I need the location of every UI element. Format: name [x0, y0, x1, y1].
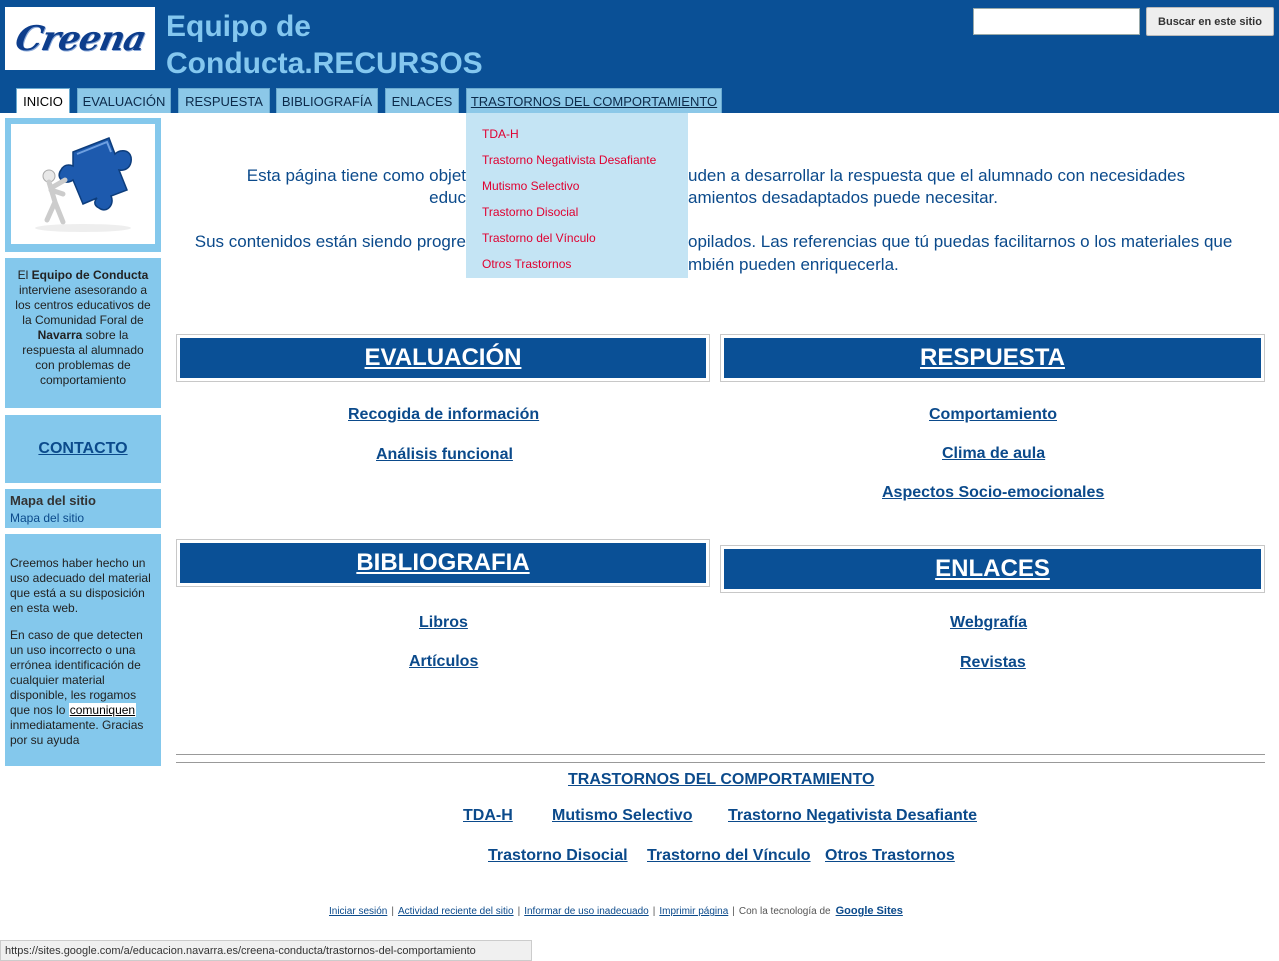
sidebar-disclaimer: Creemos haber hecho un uso adecuado del … — [5, 534, 161, 766]
sidebar-info: El Equipo de Conducta interviene asesora… — [5, 258, 161, 408]
footer-print-link[interactable]: Imprimir página — [659, 906, 728, 917]
intro-line4b: mbién pueden enriquecerla. — [688, 255, 899, 274]
intro-line3a: Sus contenidos están siendo progre — [194, 232, 466, 251]
trastornos-dropdown-menu: TDA-H Trastorno Negativista Desafiante M… — [466, 113, 688, 278]
info-text: El — [17, 268, 32, 282]
tab-respuesta[interactable]: RESPUESTA — [178, 88, 270, 113]
disclaimer-text: inmediatamente. Gracias por su ayuda — [10, 718, 144, 747]
disclaimer-p2: En caso de que detecten un uso incorrect… — [10, 628, 156, 748]
sidebar-sitemap: Mapa del sitio Mapa del sitio — [5, 489, 161, 528]
tab-inicio[interactable]: INICIO — [16, 88, 70, 113]
site-logo[interactable]: Creena — [5, 7, 155, 70]
site-title-line1: Equipo de — [166, 10, 311, 43]
search-input[interactable] — [973, 8, 1140, 35]
link-negativista[interactable]: Trastorno Negativista Desafiante — [728, 807, 977, 825]
intro-line2a: educ — [429, 188, 466, 207]
puzzle-illustration — [11, 124, 155, 244]
info-text: interviene asesorando a los centros educ… — [15, 283, 151, 327]
intro-line2b: amientos desadaptados puede necesitar. — [688, 188, 999, 207]
footer-separator: | — [517, 906, 521, 917]
site-title[interactable]: Equipo de Conducta.RECURSOS — [166, 8, 526, 82]
google-sites-link[interactable]: Google Sites — [836, 905, 903, 917]
link-analisis[interactable]: Análisis funcional — [376, 446, 513, 464]
link-otros[interactable]: Otros Trastornos — [825, 847, 955, 865]
dropdown-item-otros[interactable]: Otros Trastornos — [466, 251, 688, 277]
sidebar-image-box — [5, 118, 161, 252]
report-link[interactable]: comuniquen — [68, 703, 137, 717]
evaluacion-heading-link[interactable]: EVALUACIÓN — [365, 344, 522, 372]
footer-separator: | — [732, 906, 735, 917]
dropdown-item-tdah[interactable]: TDA-H — [466, 121, 688, 147]
link-articulos[interactable]: Artículos — [409, 653, 478, 671]
tab-bibliografia[interactable]: BIBLIOGRAFÍA — [276, 88, 378, 113]
intro-line1b: uden a desarrollar la respuesta que el a… — [688, 166, 1186, 185]
tab-enlaces[interactable]: ENLACES — [385, 88, 459, 113]
link-socioemocionales[interactable]: Aspectos Socio-emocionales — [882, 484, 1104, 502]
search-button[interactable]: Buscar en este sitio — [1146, 7, 1274, 36]
link-vinculo[interactable]: Trastorno del Vínculo — [647, 847, 811, 865]
section-bibliografia: BIBLIOGRAFIA — [176, 539, 710, 587]
divider — [176, 762, 1265, 763]
contact-link[interactable]: CONTACTO — [38, 440, 127, 458]
link-libros[interactable]: Libros — [419, 614, 468, 632]
intro-line1a: Esta página tiene como objet — [246, 166, 466, 185]
enlaces-heading-link[interactable]: ENLACES — [935, 555, 1050, 583]
footer-powered-text: Con la tecnología de — [738, 906, 831, 917]
divider — [176, 754, 1265, 755]
sitemap-title: Mapa del sitio — [10, 493, 96, 508]
footer-report-abuse-link[interactable]: Informar de uso inadecuado — [524, 906, 649, 917]
link-clima[interactable]: Clima de aula — [942, 445, 1045, 463]
footer-signin-link[interactable]: Iniciar sesión — [329, 906, 387, 917]
link-revistas[interactable]: Revistas — [960, 654, 1026, 672]
footer-recent-activity-link[interactable]: Actividad reciente del sitio — [398, 906, 514, 917]
dropdown-item-mutismo[interactable]: Mutismo Selectivo — [466, 173, 688, 199]
sidebar-contact: CONTACTO — [5, 415, 161, 483]
browser-status-url: https://sites.google.com/a/educacion.nav… — [0, 940, 532, 961]
info-bold-team: Equipo de Conducta — [31, 268, 149, 282]
bibliografia-heading-link[interactable]: BIBLIOGRAFIA — [356, 549, 529, 577]
info-bold-navarra: Navarra — [37, 328, 83, 342]
site-footer: Iniciar sesión | Actividad reciente del si… — [329, 905, 903, 917]
sitemap-link[interactable]: Mapa del sitio — [10, 511, 156, 525]
dropdown-item-negativista[interactable]: Trastorno Negativista Desafiante — [466, 147, 688, 173]
dropdown-item-vinculo[interactable]: Trastorno del Vínculo — [466, 225, 688, 251]
link-disocial[interactable]: Trastorno Disocial — [488, 847, 628, 865]
footer-separator: | — [391, 906, 394, 917]
disclaimer-p1: Creemos haber hecho un uso adecuado del … — [10, 556, 151, 615]
link-recogida[interactable]: Recogida de información — [348, 406, 539, 424]
link-tdah[interactable]: TDA-H — [463, 807, 513, 825]
trastornos-title-link[interactable]: TRASTORNOS DEL COMPORTAMIENTO — [568, 771, 874, 789]
site-title-line2: Conducta.RECURSOS — [166, 47, 483, 80]
link-mutismo[interactable]: Mutismo Selectivo — [552, 807, 692, 825]
link-comportamiento[interactable]: Comportamiento — [929, 406, 1057, 424]
section-evaluacion: EVALUACIÓN — [176, 334, 710, 382]
section-enlaces: ENLACES — [720, 545, 1265, 593]
dropdown-item-disocial[interactable]: Trastorno Disocial — [466, 199, 688, 225]
intro-line3b: opilados. Las referencias que tú puedas … — [688, 232, 1233, 251]
link-webgrafia[interactable]: Webgrafía — [950, 614, 1027, 632]
logo-text: Creena — [11, 18, 149, 59]
respuesta-heading-link[interactable]: RESPUESTA — [920, 344, 1065, 372]
tab-trastornos[interactable]: TRASTORNOS DEL COMPORTAMIENTO — [466, 88, 722, 113]
tab-evaluacion[interactable]: EVALUACIÓN — [77, 88, 171, 113]
footer-separator: | — [652, 906, 656, 917]
section-respuesta: RESPUESTA — [720, 334, 1265, 382]
